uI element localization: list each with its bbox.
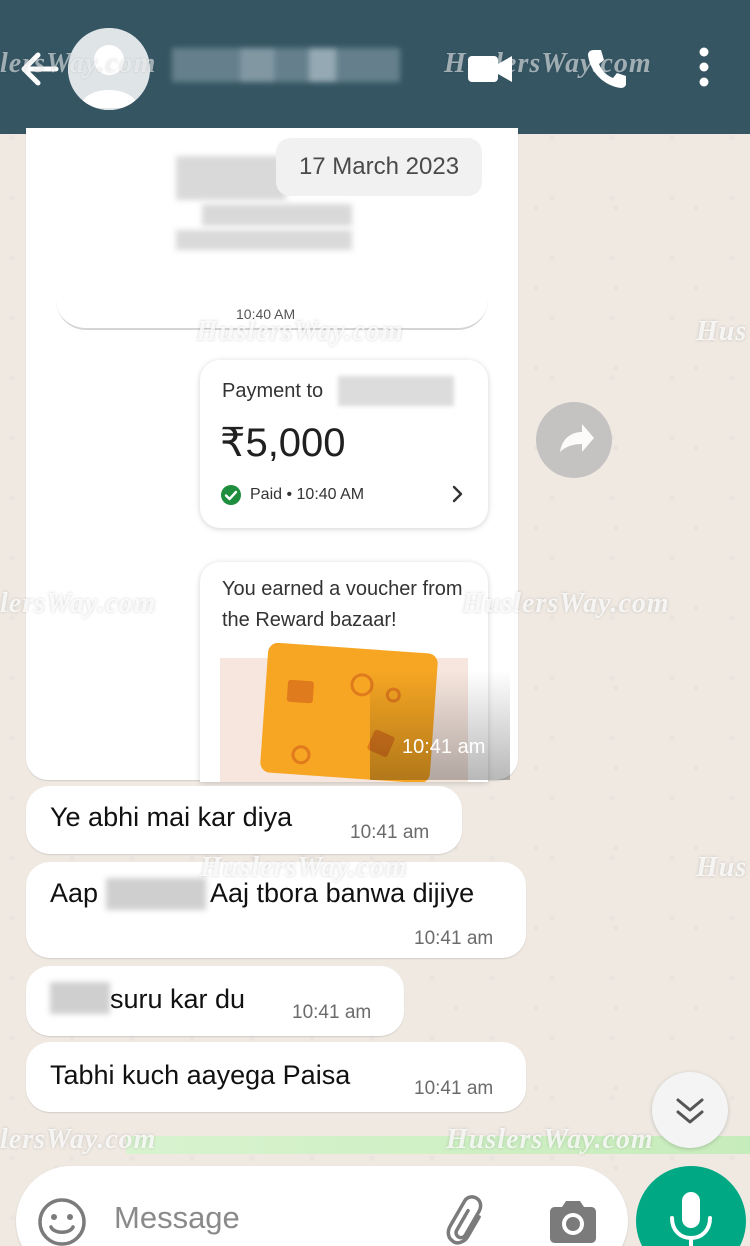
message-time: 10:41 am xyxy=(414,1078,494,1099)
emoji-icon[interactable] xyxy=(34,1194,90,1246)
payment-status: Paid • 10:40 AM xyxy=(250,486,365,503)
message-text: Tabhi kuch aayega Paisa xyxy=(50,1060,351,1090)
mic-button[interactable] xyxy=(636,1166,746,1246)
payment-label: Payment to xyxy=(222,380,324,402)
chat-header: lersWay.com HuslersWay.com xyxy=(0,0,750,134)
more-options-icon[interactable] xyxy=(684,44,724,92)
video-call-icon[interactable] xyxy=(466,44,514,92)
payment-card[interactable]: Payment to ₹5,000 Paid • 10:40 AM xyxy=(200,360,488,528)
watermark-text: lersWay.com xyxy=(0,588,157,619)
check-circle-icon xyxy=(220,484,242,506)
redacted-text xyxy=(106,878,206,910)
payee-redacted xyxy=(338,376,454,406)
redacted-text xyxy=(176,230,352,250)
message-time: 10:41 am xyxy=(402,736,486,758)
redacted-text xyxy=(202,204,352,226)
watermark-text: lersWay.com xyxy=(0,1124,157,1155)
watermark-text: HuslersWay.com xyxy=(200,852,408,883)
forward-icon xyxy=(560,424,594,452)
double-chevron-down-icon xyxy=(676,1098,704,1124)
message-input-bar[interactable] xyxy=(16,1166,628,1246)
watermark-text: HuslersWay.com xyxy=(446,1124,654,1155)
watermark-text: HuslersWay.com xyxy=(462,588,670,619)
message-input[interactable]: Message xyxy=(114,1200,240,1236)
scroll-down-button[interactable] xyxy=(652,1072,728,1148)
message-text: suru kar du xyxy=(110,984,246,1014)
watermark-text: Hus xyxy=(696,316,748,347)
message-bubble[interactable]: suru kar du 10:41 am xyxy=(26,966,404,1036)
message-bubble[interactable]: Tabhi kuch aayega Paisa 10:41 am xyxy=(26,1042,526,1112)
chevron-right-icon[interactable] xyxy=(448,482,468,506)
payment-amount: ₹5,000 xyxy=(220,421,346,465)
mic-icon xyxy=(670,1192,712,1246)
watermark-text: Hus xyxy=(696,852,748,883)
camera-icon[interactable] xyxy=(544,1194,602,1246)
paperclip-icon[interactable] xyxy=(440,1194,496,1246)
message-text: Ye abhi mai kar diya xyxy=(50,802,293,832)
watermark-text: lersWay.com xyxy=(0,48,157,79)
redacted-text xyxy=(176,156,286,200)
time-shade xyxy=(370,670,510,780)
voucher-text: You earned a voucher from the Reward baz… xyxy=(222,578,463,631)
voice-call-icon[interactable] xyxy=(582,44,630,92)
date-chip: 17 March 2023 xyxy=(276,138,482,196)
message-bubble[interactable]: Ye abhi mai kar diya 10:41 am xyxy=(26,786,462,854)
watermark-text: HuslersWay.com xyxy=(196,316,404,347)
redacted-text xyxy=(50,982,110,1014)
forward-button[interactable] xyxy=(536,402,612,478)
message-text: Aap xyxy=(50,878,99,908)
contact-name-redacted[interactable] xyxy=(172,48,400,82)
message-time: 10:41 am xyxy=(292,1002,372,1023)
message-time: 10:41 am xyxy=(350,822,430,843)
message-time: 10:41 am xyxy=(414,928,494,949)
